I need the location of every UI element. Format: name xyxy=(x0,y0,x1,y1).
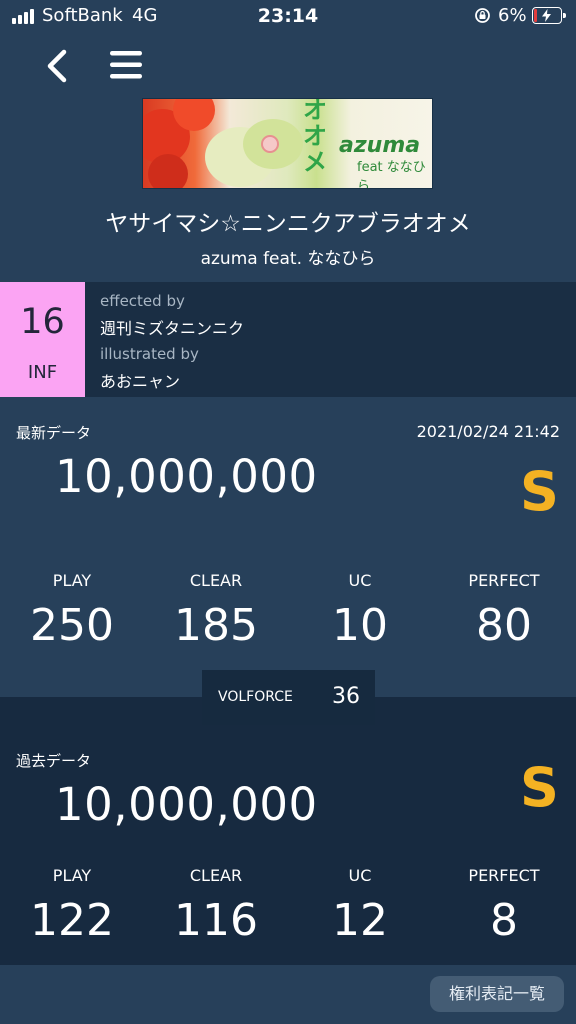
past-stat-label: CLEAR xyxy=(189,866,243,885)
past-play-count: 122 xyxy=(30,895,114,946)
rotation-lock-icon xyxy=(475,8,490,23)
jacket-logo-text: azuma xyxy=(339,133,421,158)
song-artist: azuma feat. ななひら xyxy=(200,249,376,269)
charging-bolt-icon xyxy=(542,9,551,22)
past-grade: S xyxy=(520,756,559,819)
latest-uc-count: 10 xyxy=(332,600,388,651)
battery-percent: 6% xyxy=(498,5,527,26)
jacket-logo-subtext: feat ななひら xyxy=(357,160,426,189)
back-button[interactable] xyxy=(40,46,76,86)
past-data-label: 過去データ xyxy=(16,752,92,770)
latest-clear-count: 185 xyxy=(174,600,258,651)
latest-play-count: 250 xyxy=(30,600,114,651)
rights-notice-button[interactable]: 権利表記一覧 xyxy=(430,976,564,1012)
past-score: 10,000,000 xyxy=(55,778,318,831)
chart-level: 16 xyxy=(20,302,65,342)
menu-button[interactable] xyxy=(108,49,144,81)
song-title: ヤサイマシ☆ニンニクアブラオオメ xyxy=(105,211,471,237)
latest-stat-label: PLAY xyxy=(52,571,92,590)
latest-stat-label: PERFECT xyxy=(468,571,540,590)
song-jacket-image: オオメ azuma feat ななひら xyxy=(142,98,433,189)
illustrated-by-value: あおニャン xyxy=(100,372,181,391)
latest-perfect-count: 80 xyxy=(476,600,532,651)
effected-by-label: effected by xyxy=(100,292,185,310)
latest-play-date: 2021/02/24 21:42 xyxy=(416,422,560,441)
past-stat-label: UC xyxy=(348,866,372,885)
latest-grade: S xyxy=(520,460,559,523)
past-clear-count: 116 xyxy=(174,895,258,946)
latest-stat-label: UC xyxy=(348,571,372,590)
battery-icon xyxy=(532,7,566,24)
past-perfect-count: 8 xyxy=(490,895,518,946)
difficulty-badge: 16 INF xyxy=(0,282,85,397)
latest-score: 10,000,000 xyxy=(55,450,318,503)
past-uc-count: 12 xyxy=(332,895,388,946)
past-stat-label: PERFECT xyxy=(468,866,540,885)
latest-stat-label: CLEAR xyxy=(189,571,243,590)
chart-difficulty: INF xyxy=(27,362,58,383)
status-bar: SoftBank 4G 23:14 6% xyxy=(0,0,576,32)
illustrated-by-label: illustrated by xyxy=(100,345,199,363)
past-stat-label: PLAY xyxy=(52,866,92,885)
volforce-label: VOLFORCE xyxy=(218,689,293,705)
effected-by-value: 週刊ミズタニンニク xyxy=(100,319,245,338)
latest-data-label: 最新データ xyxy=(16,424,92,442)
jacket-vertical-text: オオメ xyxy=(303,98,327,176)
volforce-value: 36 xyxy=(332,684,360,709)
chart-info-panel xyxy=(0,282,576,397)
volforce-badge: VOLFORCE 36 xyxy=(202,670,375,725)
